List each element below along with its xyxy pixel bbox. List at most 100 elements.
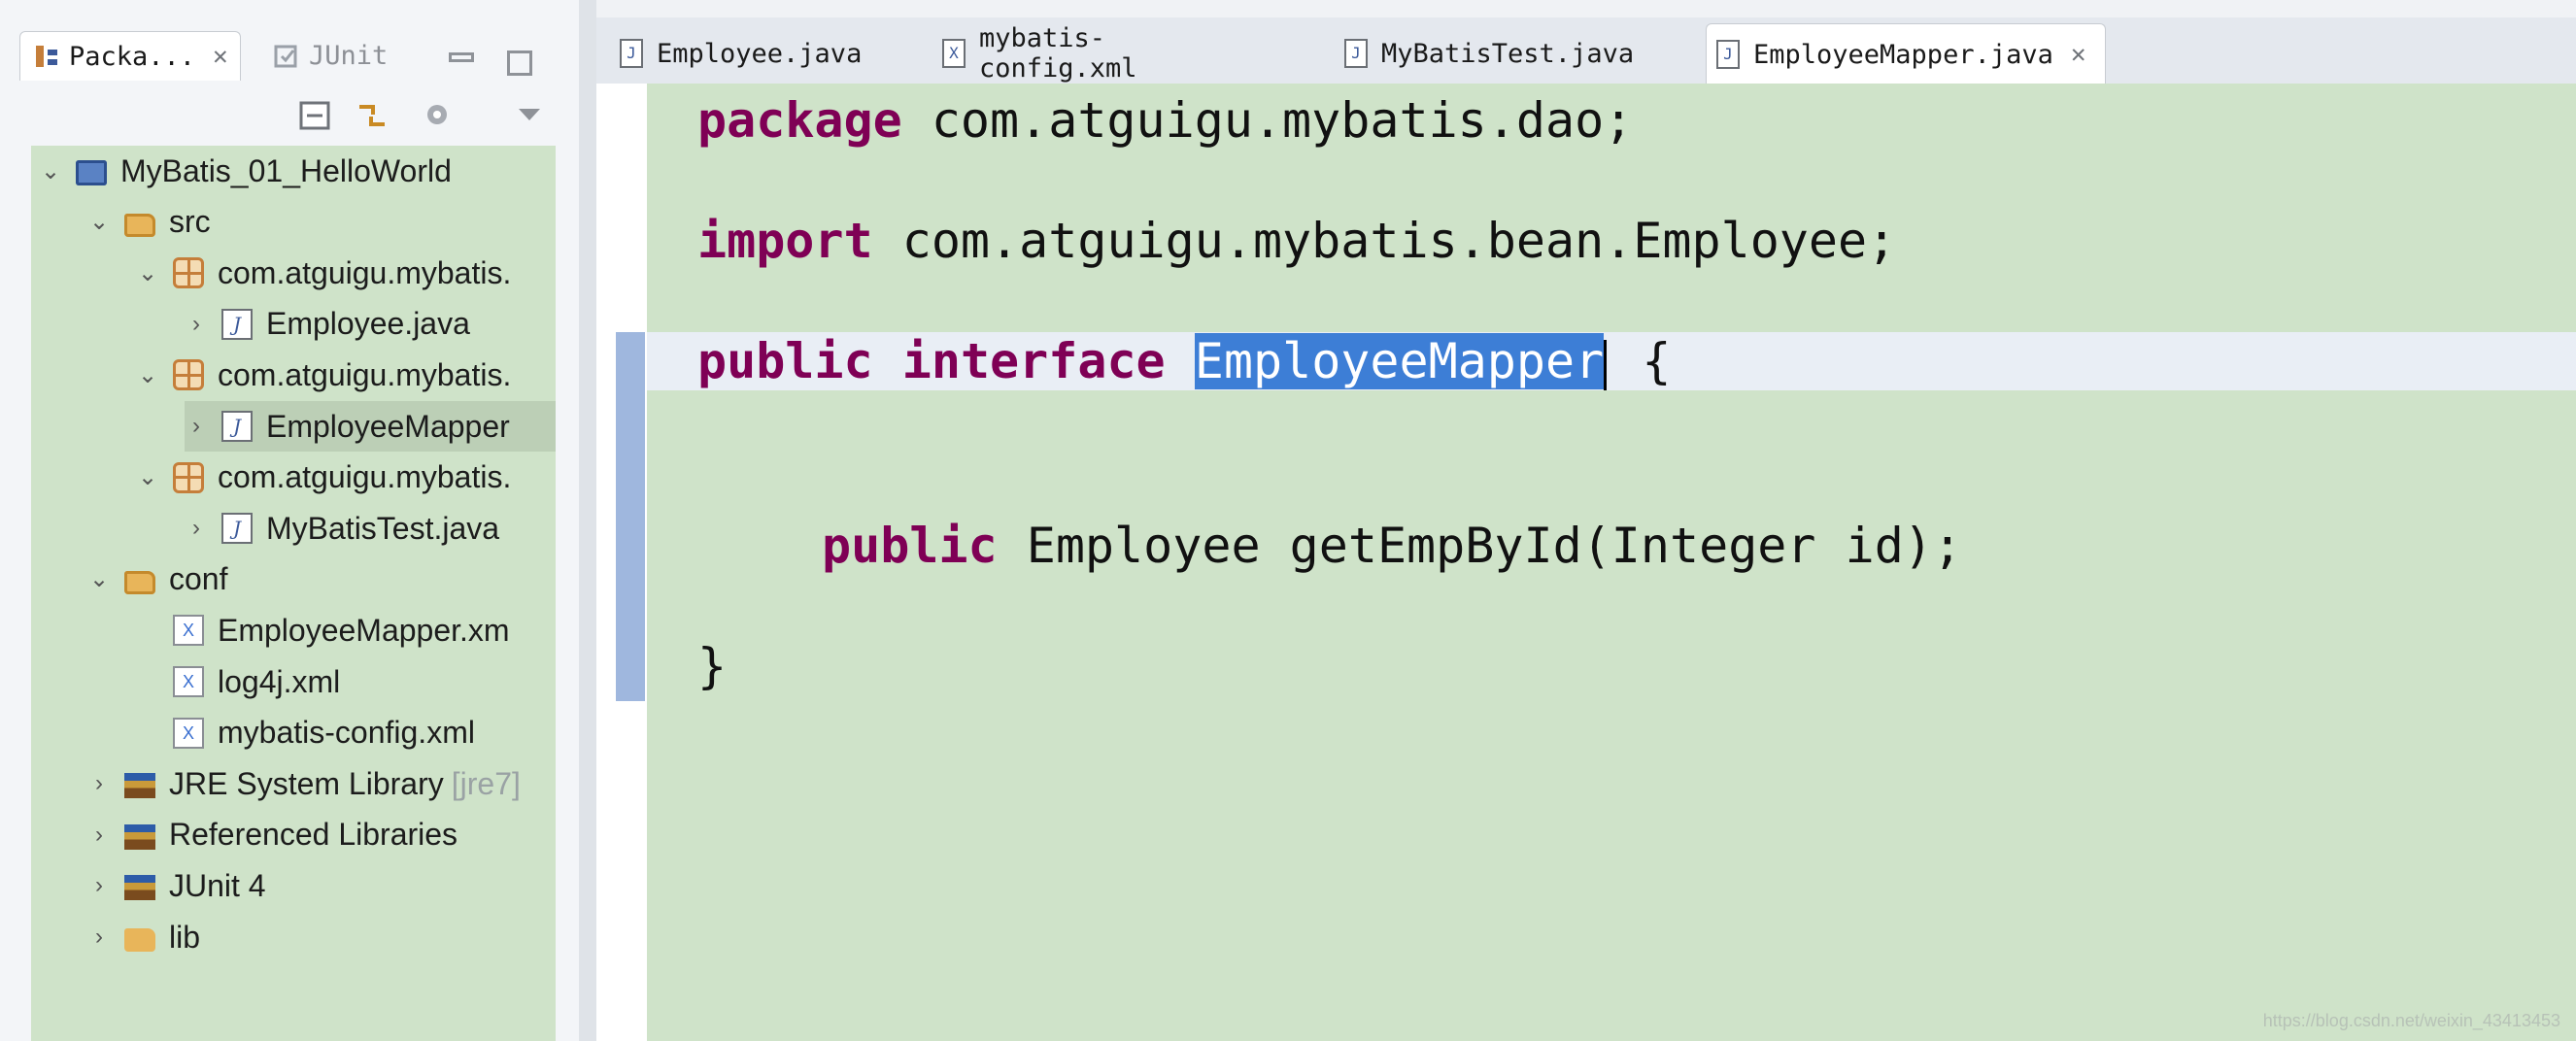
tree-item[interactable]: › lib [87, 912, 556, 962]
package-icon [173, 257, 204, 289]
tree-item[interactable]: ⌄ com.atguigu.mybatis. [136, 350, 556, 400]
collapsed-chevron-icon[interactable]: › [185, 515, 208, 542]
code-line-interface[interactable]: public interface EmployeeMapper { [697, 332, 1671, 390]
tab-label: Employee.java [657, 38, 863, 69]
collapsed-chevron-icon[interactable]: › [185, 413, 208, 440]
tree-item-label: MyBatis_01_HelloWorld [120, 152, 452, 188]
tree-item[interactable]: ⌄ com.atguigu.mybatis. [136, 453, 556, 503]
tree-item[interactable]: › JUnit 4 [87, 860, 556, 911]
collapsed-chevron-icon[interactable]: › [87, 822, 111, 849]
tree-item-label: mybatis-config.xml [218, 715, 475, 751]
source-folder-icon [124, 570, 155, 594]
tab-label: JUnit [309, 40, 389, 71]
close-icon[interactable]: ✕ [213, 42, 228, 71]
editor-tab-mybatistest-java[interactable]: J MyBatisTest.java [1335, 23, 1636, 84]
java-file-icon: J [221, 308, 253, 340]
java-file-icon: J [1344, 39, 1368, 68]
code-text: { [1642, 333, 1672, 389]
code-text: com.atguigu.mybatis.bean.Employee; [872, 213, 1897, 269]
selected-text[interactable]: EmployeeMapper [1194, 333, 1605, 389]
expanded-chevron-icon[interactable]: ⌄ [136, 463, 159, 491]
expanded-chevron-icon[interactable]: ⌄ [39, 157, 62, 185]
tree-item-label: com.atguigu.mybatis. [218, 254, 512, 290]
tab-package-explorer[interactable]: Packa... ✕ [19, 31, 241, 81]
tree-item-label: MyBatisTest.java [266, 510, 500, 546]
java-editor: J Employee.java X mybatis-config.xml J M… [596, 0, 2576, 1041]
tree-item[interactable]: › J MyBatisTest.java [185, 503, 556, 554]
tab-junit[interactable]: JUnit [274, 31, 388, 80]
java-file-icon: J [1716, 40, 1740, 69]
tree-item-label: Referenced Libraries [169, 817, 458, 853]
editor-tab-employeemapper-java[interactable]: J EmployeeMapper.java ✕ [1706, 23, 2106, 84]
tree-item-label: JRE System Library [169, 765, 444, 801]
code-text: com.atguigu.mybatis.dao; [901, 92, 1634, 149]
tree-item[interactable]: ⌄ conf [87, 554, 556, 605]
tree-item[interactable]: Xlog4j.xml [136, 656, 556, 707]
tree-item-label: log4j.xml [218, 663, 341, 699]
tree-item-label: conf [169, 561, 228, 597]
tree-item[interactable]: › JRE System Library [jre7] [87, 758, 556, 809]
tree-item[interactable]: ⌄ MyBatis_01_HelloWorld [39, 146, 556, 196]
xml-file-icon: X [942, 39, 966, 68]
editor-tab-employee-java[interactable]: J Employee.java [610, 23, 882, 84]
maximize-icon[interactable] [507, 50, 532, 76]
minimize-icon[interactable] [449, 52, 474, 62]
link-with-editor-icon[interactable] [354, 97, 390, 134]
view-menu-icon[interactable] [511, 97, 548, 134]
tree-item-label: com.atguigu.mybatis. [218, 356, 512, 392]
tree-item-label: lib [169, 919, 201, 955]
code-line-package[interactable]: package com.atguigu.mybatis.dao; [697, 91, 1633, 150]
tree-item[interactable]: Xmybatis-config.xml [136, 708, 556, 758]
code-line-import[interactable]: import com.atguigu.mybatis.bean.Employee… [697, 212, 1896, 270]
project-tree: ⌄ MyBatis_01_HelloWorld ⌄ src ⌄ com.atguigu.m… [31, 146, 556, 1041]
tree-item[interactable]: ⌄ src [87, 197, 556, 248]
tree-item[interactable]: › J EmployeeMapper [185, 401, 556, 452]
tree-item[interactable]: › Referenced Libraries [87, 810, 556, 860]
editor-tab-mybatis-config-xml[interactable]: X mybatis-config.xml [932, 23, 1263, 84]
tree-item-label: JUnit 4 [169, 867, 266, 903]
code-line-closing-brace[interactable]: } [697, 637, 727, 695]
tree-item[interactable]: X EmployeeMapper.xm [136, 605, 556, 655]
focus-icon[interactable] [420, 97, 457, 134]
code-area[interactable]: package com.atguigu.mybatis.dao; import … [596, 84, 2576, 1041]
library-icon [124, 823, 155, 850]
tree-item-label: com.atguigu.mybatis. [218, 459, 512, 495]
xml-file-icon: X [173, 615, 204, 647]
close-icon[interactable]: ✕ [2071, 40, 2086, 69]
code-text: Employee getEmpById(Integer id); [997, 518, 1963, 574]
keyword: public [697, 333, 873, 389]
keyword: interface [901, 333, 1166, 389]
tree-item[interactable]: › J Employee.java [185, 299, 556, 350]
text-caret [1604, 339, 1608, 390]
expanded-chevron-icon[interactable]: ⌄ [136, 361, 159, 389]
source-folder-icon [124, 213, 155, 237]
folder-icon [124, 928, 155, 952]
overview-ruler [596, 84, 647, 1041]
package-explorer-icon [34, 42, 59, 71]
tab-label: mybatis-config.xml [978, 23, 1137, 84]
expanded-chevron-icon[interactable]: ⌄ [87, 565, 111, 593]
collapsed-chevron-icon[interactable]: › [87, 770, 111, 797]
java-file-icon: J [620, 39, 643, 68]
java-file-icon: J [221, 513, 253, 545]
collapsed-chevron-icon[interactable]: › [87, 923, 111, 951]
project-icon [76, 160, 107, 185]
library-icon [124, 773, 155, 799]
collapsed-chevron-icon[interactable]: › [87, 872, 111, 899]
collapse-all-icon[interactable] [297, 97, 334, 134]
occurrence-marker [616, 332, 645, 701]
tree-item-label: src [169, 204, 211, 240]
library-icon [124, 875, 155, 901]
code-text: } [697, 638, 728, 694]
package-icon [173, 461, 204, 493]
tree-item-label: EmployeeMapper [266, 408, 510, 444]
tree-item[interactable]: ⌄ com.atguigu.mybatis. [136, 248, 556, 298]
keyword: public [822, 518, 998, 574]
expanded-chevron-icon[interactable]: ⌄ [87, 208, 111, 236]
tree-item-label: EmployeeMapper.xm [218, 612, 510, 648]
tab-label: Packa... [69, 41, 196, 72]
collapsed-chevron-icon[interactable]: › [185, 311, 208, 338]
keyword: import [697, 213, 873, 269]
code-line-method[interactable]: public Employee getEmpById(Integer id); [822, 517, 1962, 575]
expanded-chevron-icon[interactable]: ⌄ [136, 259, 159, 287]
